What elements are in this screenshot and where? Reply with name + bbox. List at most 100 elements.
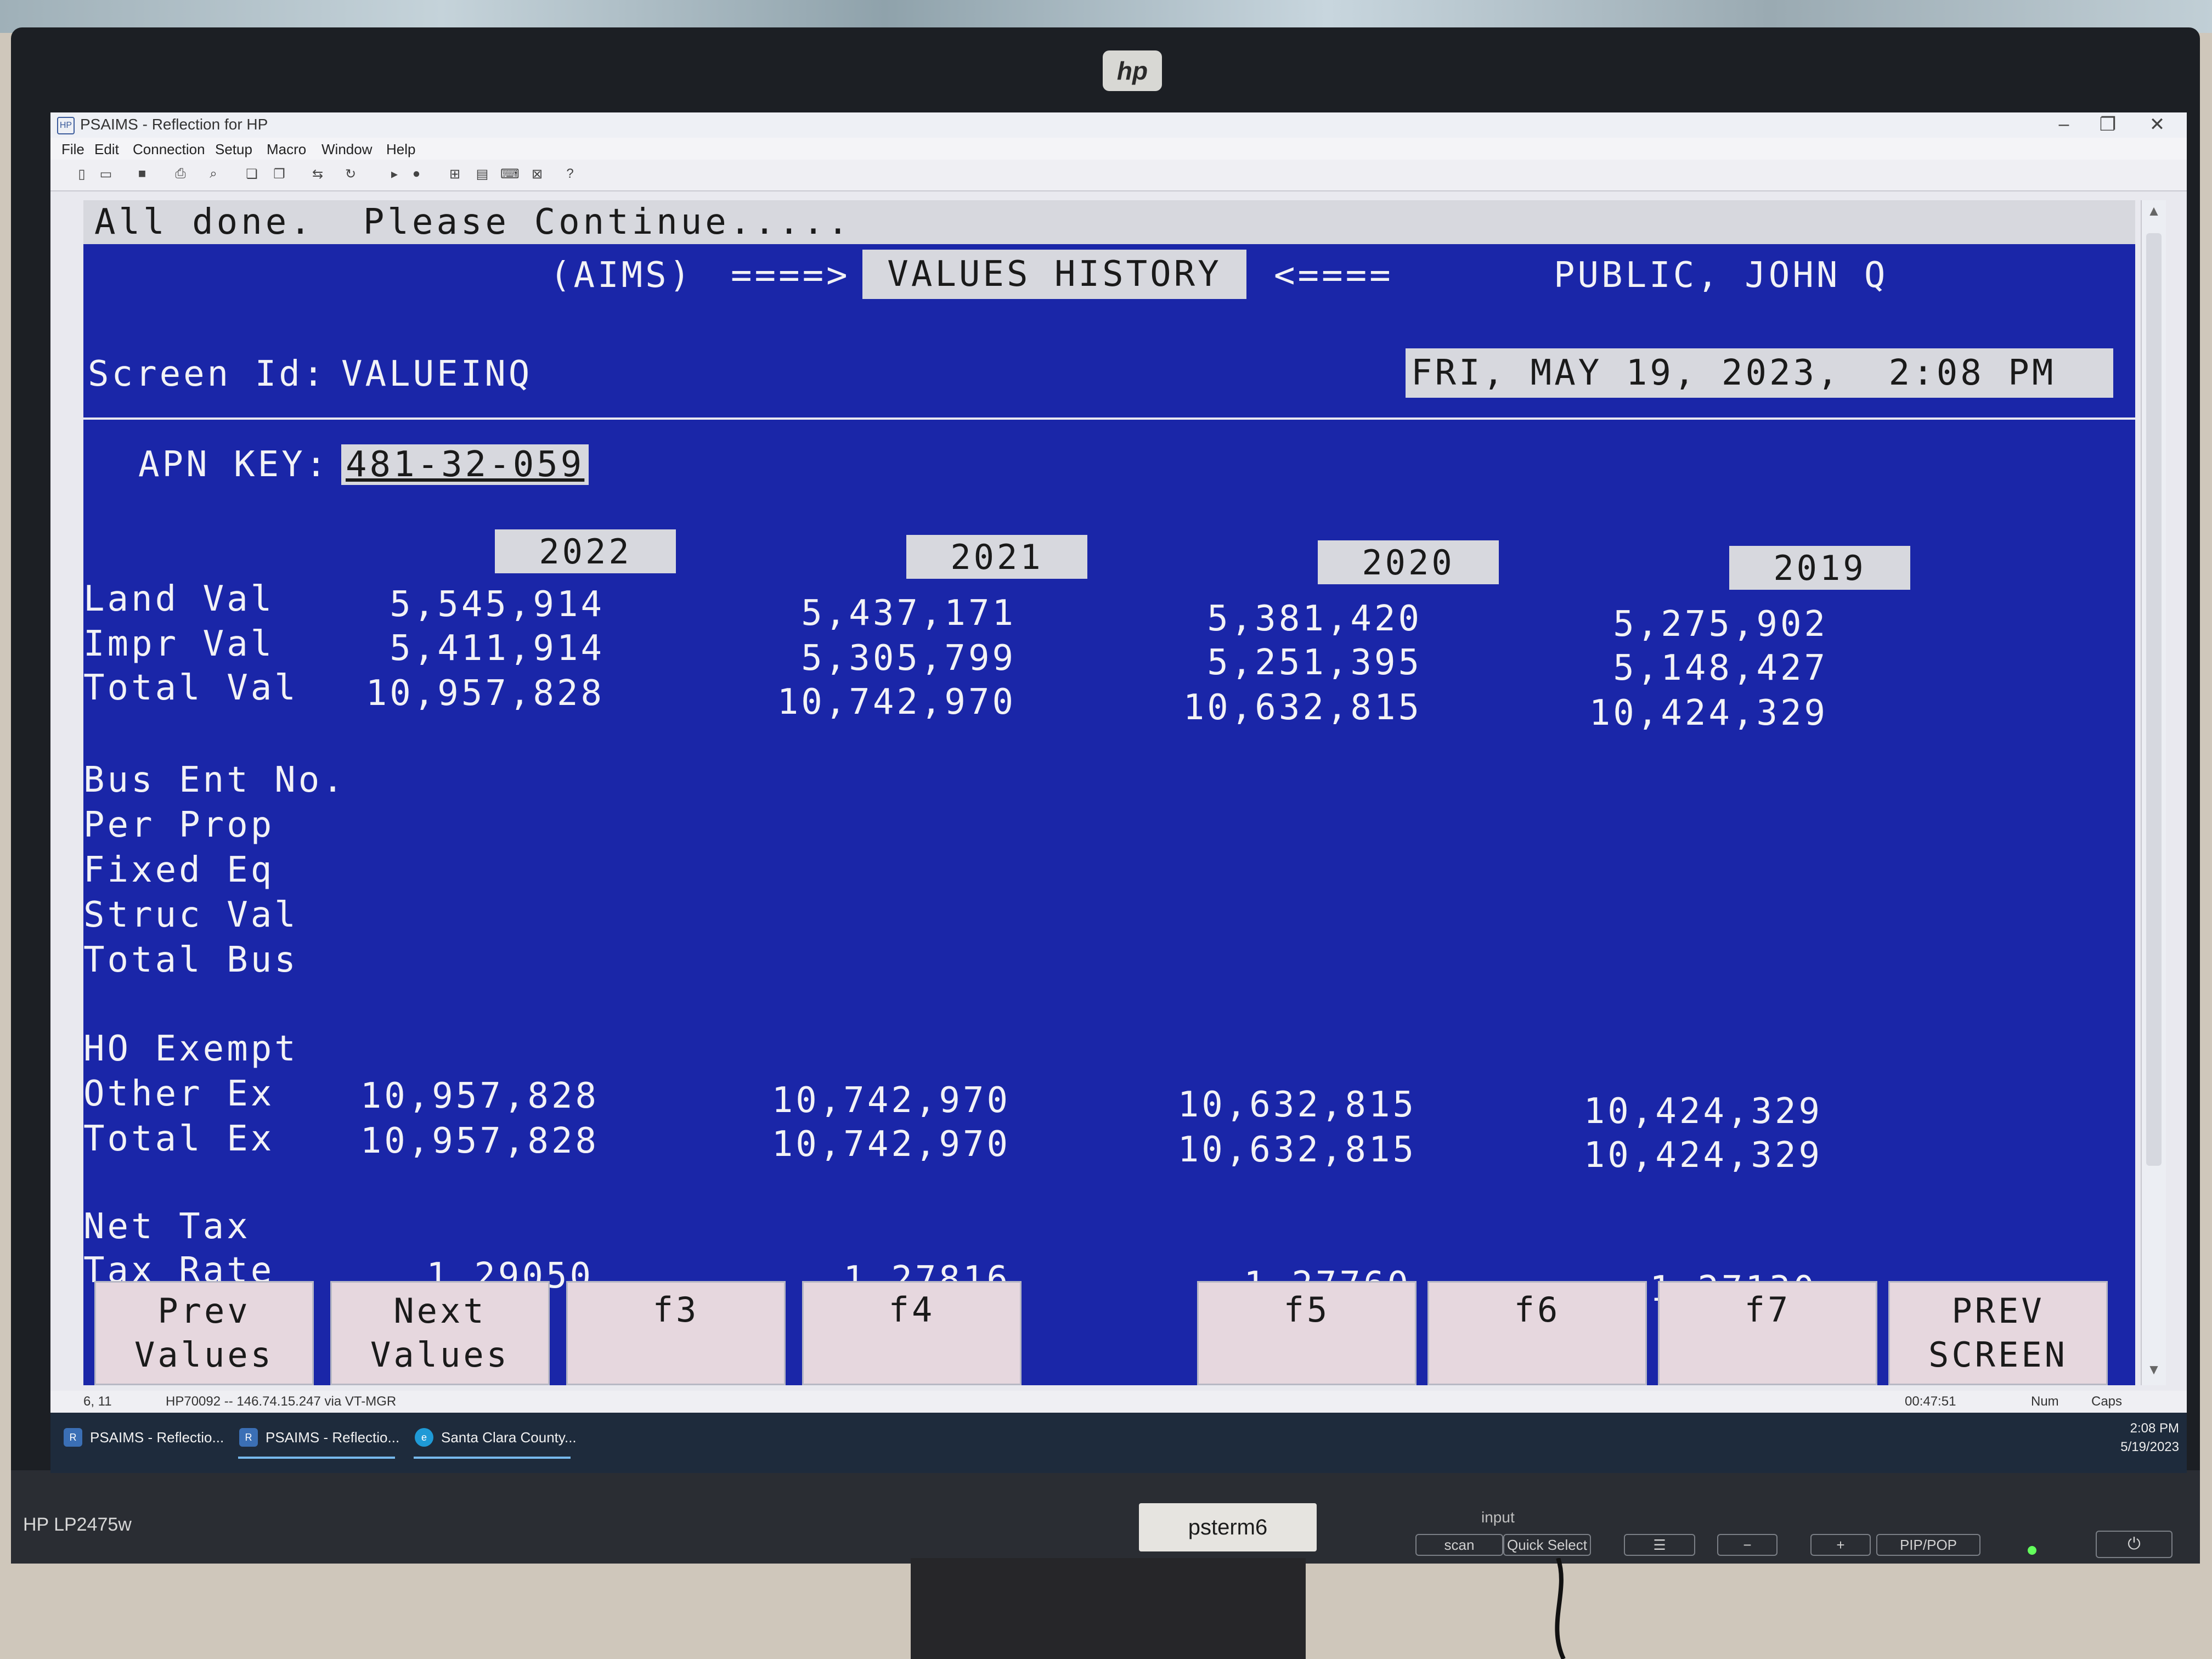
menu-bar: File Edit Connection Setup Macro Window … — [50, 138, 2187, 160]
other-ex-2019: 10,424,329 — [1583, 1091, 1822, 1132]
row-label-per-prop: Per Prop — [83, 805, 275, 845]
monitor-model-label: HP LP2475w — [23, 1514, 132, 1535]
plus-button[interactable]: + — [1810, 1534, 1871, 1556]
connection-info: HP70092 -- 146.74.15.247 via VT-MGR — [166, 1394, 397, 1409]
display-icon[interactable]: ▤ — [473, 166, 492, 184]
window-title: PSAIMS - Reflection for HP — [80, 116, 268, 133]
monitor-cable — [1555, 1558, 1566, 1659]
f2-next-values-button[interactable]: Next Values — [330, 1281, 550, 1385]
menu-macro[interactable]: Macro — [267, 141, 306, 158]
find-icon[interactable]: ⌕ — [204, 166, 223, 184]
reflection-icon: R — [239, 1428, 258, 1447]
land-val-2020: 5,381,420 — [1207, 599, 1422, 639]
other-ex-2021: 10,742,970 — [771, 1080, 1011, 1121]
save-icon[interactable]: ■ — [133, 166, 151, 184]
taskbar-item-psaims-2[interactable]: R PSAIMS - Reflectio... — [232, 1418, 402, 1459]
row-label-fixed-eq: Fixed Eq — [83, 850, 275, 890]
f4-button[interactable]: f4 — [802, 1281, 1022, 1385]
datetime-display: FRI, MAY 19, 2023, 2:08 PM — [1406, 348, 2113, 398]
other-ex-2020: 10,632,815 — [1177, 1085, 1417, 1125]
header-divider — [83, 417, 2135, 420]
year-header: 2022 — [495, 529, 676, 573]
menu-setup[interactable]: Setup — [215, 141, 252, 158]
total-val-2022: 10,957,828 — [365, 673, 605, 714]
terminal-screen[interactable]: All done. Please Continue..... (AIMS) ==… — [83, 200, 2135, 1385]
row-label-ho-exempt: HO Exempt — [83, 1029, 298, 1069]
f7-button[interactable]: f7 — [1658, 1281, 1877, 1385]
year-header: 2019 — [1729, 546, 1910, 590]
menu-window[interactable]: Window — [321, 141, 372, 158]
menu-edit[interactable]: Edit — [94, 141, 119, 158]
row-label-bus-ent-no: Bus Ent No. — [83, 760, 346, 800]
reflection-app-icon: HP — [57, 117, 75, 134]
f1-prev-values-button[interactable]: Prev Values — [94, 1281, 314, 1385]
menu-help[interactable]: Help — [386, 141, 415, 158]
paste-icon[interactable]: ❐ — [270, 166, 289, 184]
quick-select-button[interactable]: Quick Select — [1503, 1534, 1591, 1556]
record-icon[interactable]: ● — [407, 166, 426, 184]
total-ex-2022: 10,957,828 — [360, 1121, 599, 1161]
open-folder-icon[interactable]: ▭ — [97, 166, 115, 184]
pip-pop-button[interactable]: PIP/POP — [1876, 1534, 1980, 1556]
total-val-2020: 10,632,815 — [1183, 687, 1422, 728]
settings-icon[interactable]: ⊞ — [445, 166, 464, 184]
clock-date: 5/19/2023 — [2120, 1440, 2179, 1454]
power-icon[interactable]: ⏻ — [2096, 1531, 2172, 1558]
f8-prev-screen-button[interactable]: PREV SCREEN — [1888, 1281, 2108, 1385]
print-icon[interactable]: ⎙ — [171, 166, 190, 184]
connect-icon[interactable]: ⇆ — [308, 166, 327, 184]
taskbar-clock[interactable]: 2:08 PM 5/19/2023 — [2069, 1419, 2179, 1457]
row-label-impr-val: Impr Val — [83, 624, 275, 664]
land-val-2019: 5,275,902 — [1613, 604, 1828, 645]
total-ex-2020: 10,632,815 — [1177, 1130, 1417, 1170]
system-label: (AIMS) — [550, 255, 693, 296]
cursor-position: 6, 11 — [83, 1394, 112, 1409]
apn-input[interactable]: 481-32-059 — [341, 444, 589, 485]
play-icon[interactable]: ▸ — [385, 166, 404, 184]
active-indicator — [238, 1457, 395, 1459]
copy-icon[interactable]: ❏ — [242, 166, 261, 184]
land-val-2021: 5,437,171 — [801, 593, 1016, 634]
refresh-icon[interactable]: ↻ — [341, 166, 360, 184]
toolbar: ▯ ▭ ■ ⎙ ⌕ ❏ ❐ ⇆ ↻ ▸ ● ⊞ ▤ ⌨ ⊠ ? — [50, 160, 2187, 191]
impr-val-2021: 5,305,799 — [801, 638, 1016, 679]
minus-button[interactable]: − — [1717, 1534, 1778, 1556]
row-label-total-val: Total Val — [83, 668, 298, 708]
taskbar-item-santa-clara[interactable]: e Santa Clara County... — [407, 1418, 577, 1459]
year-header: 2021 — [906, 535, 1087, 579]
arrow-left-icon: <==== — [1274, 255, 1393, 296]
scroll-up-icon[interactable]: ▲ — [2142, 202, 2166, 224]
menu-connection[interactable]: Connection — [133, 141, 205, 158]
monitor-screen: HP PSAIMS - Reflection for HP – ❐ ✕ File… — [50, 112, 2187, 1473]
total-val-2019: 10,424,329 — [1589, 693, 1828, 733]
new-file-icon[interactable]: ▯ — [72, 166, 91, 184]
hp-logo: hp — [1103, 50, 1162, 91]
f5-button[interactable]: f5 — [1197, 1281, 1417, 1385]
caps-lock-indicator: Caps — [2091, 1394, 2123, 1409]
scan-button[interactable]: scan — [1415, 1534, 1503, 1556]
mouse-icon[interactable]: ⊠ — [528, 166, 546, 184]
status-bar: 6, 11 HP70092 -- 146.74.15.247 via VT-MG… — [50, 1391, 2187, 1413]
f3-button[interactable]: f3 — [566, 1281, 786, 1385]
row-label-other-ex: Other Ex — [83, 1074, 275, 1114]
scroll-thumb[interactable] — [2146, 233, 2162, 1166]
restore-icon[interactable]: ❐ — [2091, 114, 2124, 136]
screen-id: VALUEINQ — [341, 354, 533, 394]
taskbar-item-psaims-1[interactable]: R PSAIMS - Reflectio... — [56, 1418, 226, 1457]
menu-button[interactable]: ☰ — [1624, 1534, 1695, 1556]
scroll-down-icon[interactable]: ▼ — [2142, 1361, 2166, 1383]
f6-button[interactable]: f6 — [1427, 1281, 1647, 1385]
session-timer: 00:47:51 — [1905, 1394, 1956, 1409]
taskbar-item-label: PSAIMS - Reflectio... — [90, 1429, 224, 1446]
edge-browser-icon: e — [415, 1428, 433, 1447]
clock-time: 2:08 PM — [2130, 1421, 2179, 1436]
taskbar-item-label: PSAIMS - Reflectio... — [266, 1429, 400, 1446]
monitor-chin — [11, 1470, 2200, 1564]
vertical-scrollbar[interactable]: ▲ ▼ — [2141, 200, 2166, 1385]
keyboard-icon[interactable]: ⌨ — [500, 166, 520, 184]
close-icon[interactable]: ✕ — [2141, 114, 2174, 136]
help-pointer-icon[interactable]: ? — [561, 166, 579, 184]
minimize-icon[interactable]: – — [2047, 114, 2080, 136]
menu-file[interactable]: File — [61, 141, 84, 158]
window-titlebar: HP PSAIMS - Reflection for HP – ❐ ✕ — [50, 112, 2187, 138]
